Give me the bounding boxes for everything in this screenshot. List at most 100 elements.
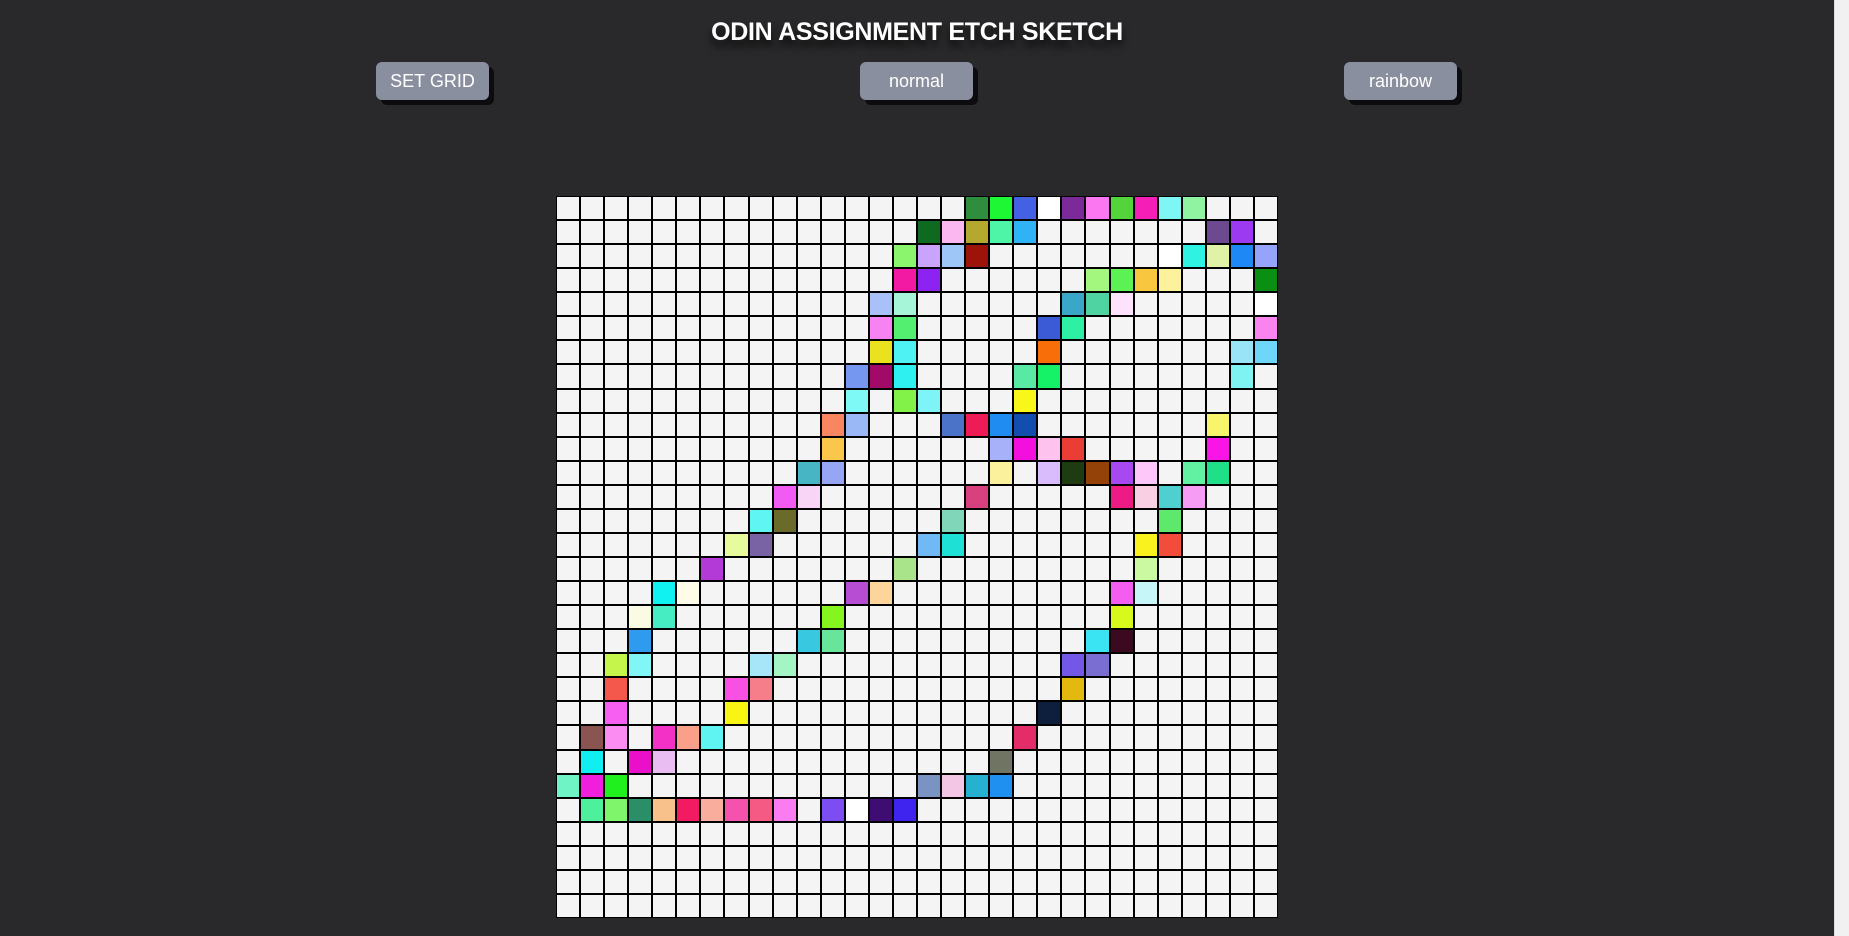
grid-cell[interactable] bbox=[748, 268, 773, 293]
grid-cell[interactable] bbox=[748, 220, 773, 245]
grid-cell[interactable] bbox=[820, 532, 845, 557]
grid-cell[interactable] bbox=[772, 821, 797, 846]
grid-cell[interactable] bbox=[1037, 412, 1062, 437]
grid-cell[interactable] bbox=[1133, 484, 1158, 509]
grid-cell[interactable] bbox=[844, 605, 869, 630]
grid-cell[interactable] bbox=[965, 388, 990, 413]
grid-cell[interactable] bbox=[556, 677, 581, 702]
grid-cell[interactable] bbox=[989, 364, 1014, 389]
grid-cell[interactable] bbox=[724, 316, 749, 341]
grid-cell[interactable] bbox=[628, 581, 653, 606]
grid-cell[interactable] bbox=[652, 436, 677, 461]
grid-cell[interactable] bbox=[796, 845, 821, 870]
grid-cell[interactable] bbox=[724, 677, 749, 702]
grid-cell[interactable] bbox=[892, 821, 917, 846]
grid-cell[interactable] bbox=[772, 701, 797, 726]
grid-cell[interactable] bbox=[989, 581, 1014, 606]
grid-cell[interactable] bbox=[1205, 364, 1230, 389]
grid-cell[interactable] bbox=[1037, 196, 1062, 221]
grid-cell[interactable] bbox=[652, 508, 677, 533]
grid-cell[interactable] bbox=[1109, 821, 1134, 846]
grid-cell[interactable] bbox=[724, 460, 749, 485]
grid-cell[interactable] bbox=[1061, 436, 1086, 461]
grid-cell[interactable] bbox=[556, 581, 581, 606]
grid-cell[interactable] bbox=[1229, 532, 1254, 557]
grid-cell[interactable] bbox=[652, 364, 677, 389]
grid-cell[interactable] bbox=[1181, 484, 1206, 509]
grid-cell[interactable] bbox=[1229, 364, 1254, 389]
grid-cell[interactable] bbox=[628, 677, 653, 702]
grid-cell[interactable] bbox=[556, 196, 581, 221]
grid-cell[interactable] bbox=[1085, 316, 1110, 341]
grid-cell[interactable] bbox=[844, 845, 869, 870]
grid-cell[interactable] bbox=[1205, 436, 1230, 461]
grid-cell[interactable] bbox=[580, 557, 605, 582]
grid-cell[interactable] bbox=[868, 821, 893, 846]
grid-cell[interactable] bbox=[556, 460, 581, 485]
grid-cell[interactable] bbox=[724, 893, 749, 918]
grid-cell[interactable] bbox=[1013, 893, 1038, 918]
grid-cell[interactable] bbox=[989, 605, 1014, 630]
grid-cell[interactable] bbox=[844, 484, 869, 509]
grid-cell[interactable] bbox=[724, 364, 749, 389]
grid-cell[interactable] bbox=[1061, 340, 1086, 365]
grid-cell[interactable] bbox=[941, 773, 966, 798]
grid-cell[interactable] bbox=[628, 196, 653, 221]
grid-cell[interactable] bbox=[556, 292, 581, 317]
grid-cell[interactable] bbox=[772, 869, 797, 894]
grid-cell[interactable] bbox=[1229, 845, 1254, 870]
grid-cell[interactable] bbox=[628, 749, 653, 774]
grid-cell[interactable] bbox=[868, 605, 893, 630]
grid-cell[interactable] bbox=[868, 725, 893, 750]
grid-cell[interactable] bbox=[604, 629, 629, 654]
grid-cell[interactable] bbox=[844, 797, 869, 822]
grid-cell[interactable] bbox=[796, 797, 821, 822]
grid-cell[interactable] bbox=[676, 244, 701, 269]
grid-cell[interactable] bbox=[1133, 749, 1158, 774]
grid-cell[interactable] bbox=[989, 773, 1014, 798]
grid-cell[interactable] bbox=[676, 845, 701, 870]
grid-cell[interactable] bbox=[1037, 677, 1062, 702]
grid-cell[interactable] bbox=[1253, 316, 1278, 341]
grid-cell[interactable] bbox=[1037, 653, 1062, 678]
grid-cell[interactable] bbox=[1013, 436, 1038, 461]
grid-cell[interactable] bbox=[556, 773, 581, 798]
grid-cell[interactable] bbox=[941, 653, 966, 678]
grid-cell[interactable] bbox=[844, 821, 869, 846]
grid-cell[interactable] bbox=[772, 581, 797, 606]
grid-cell[interactable] bbox=[676, 316, 701, 341]
grid-cell[interactable] bbox=[1109, 653, 1134, 678]
grid-cell[interactable] bbox=[676, 388, 701, 413]
grid-cell[interactable] bbox=[580, 725, 605, 750]
grid-cell[interactable] bbox=[1061, 244, 1086, 269]
grid-cell[interactable] bbox=[1157, 773, 1182, 798]
grid-cell[interactable] bbox=[989, 484, 1014, 509]
grid-cell[interactable] bbox=[965, 845, 990, 870]
grid-cell[interactable] bbox=[844, 749, 869, 774]
grid-cell[interactable] bbox=[989, 532, 1014, 557]
grid-cell[interactable] bbox=[724, 220, 749, 245]
grid-cell[interactable] bbox=[700, 460, 725, 485]
grid-cell[interactable] bbox=[917, 436, 942, 461]
grid-cell[interactable] bbox=[1229, 316, 1254, 341]
grid-cell[interactable] bbox=[917, 220, 942, 245]
grid-cell[interactable] bbox=[1181, 581, 1206, 606]
grid-cell[interactable] bbox=[628, 460, 653, 485]
grid-cell[interactable] bbox=[748, 677, 773, 702]
grid-cell[interactable] bbox=[1157, 653, 1182, 678]
grid-cell[interactable] bbox=[965, 797, 990, 822]
grid-cell[interactable] bbox=[676, 557, 701, 582]
grid-cell[interactable] bbox=[1229, 388, 1254, 413]
grid-cell[interactable] bbox=[1037, 316, 1062, 341]
grid-cell[interactable] bbox=[796, 460, 821, 485]
grid-cell[interactable] bbox=[965, 701, 990, 726]
grid-cell[interactable] bbox=[1229, 725, 1254, 750]
grid-cell[interactable] bbox=[604, 532, 629, 557]
grid-cell[interactable] bbox=[1133, 821, 1158, 846]
grid-cell[interactable] bbox=[1205, 797, 1230, 822]
grid-cell[interactable] bbox=[844, 557, 869, 582]
grid-cell[interactable] bbox=[965, 557, 990, 582]
grid-cell[interactable] bbox=[748, 701, 773, 726]
grid-cell[interactable] bbox=[700, 581, 725, 606]
grid-cell[interactable] bbox=[604, 388, 629, 413]
